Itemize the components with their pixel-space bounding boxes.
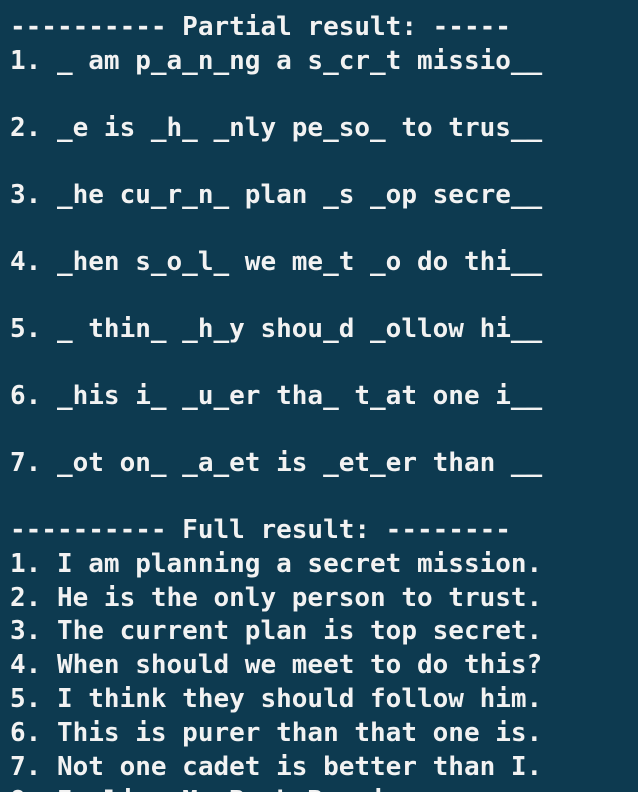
partial-line-7: 7. _ot on_ _a_et is _et_er than __ [10, 448, 543, 478]
full-line-4: 4. When should we meet to do this? [10, 650, 543, 680]
partial-line-3: 3. _he cu_r_n_ plan _s _op secre__ [10, 180, 543, 210]
full-line-6: 6. This is purer than that one is. [10, 718, 543, 748]
full-line-2: 2. He is the only person to trust. [10, 583, 543, 613]
full-result-header: ---------- Full result: -------- [10, 515, 511, 545]
full-line-3: 3. The current plan is top secret. [10, 616, 543, 646]
full-line-7: 7. Not one cadet is better than I. [10, 752, 543, 782]
full-line-1: 1. I am planning a secret mission. [10, 549, 543, 579]
partial-line-5: 5. _ thin_ _h_y shou_d _ollow hi__ [10, 314, 543, 344]
partial-result-header: ---------- Partial result: ----- [10, 12, 511, 42]
terminal-window[interactable]: ---------- Partial result: ----- 1. _ am… [0, 0, 638, 792]
full-line-8-cut-off: 8. I alive Mr Back Brusiness m... [10, 784, 527, 792]
partial-line-6: 6. _his i_ _u_er tha_ t_at one i__ [10, 381, 543, 411]
full-line-5: 5. I think they should follow him. [10, 684, 543, 714]
partial-line-1: 1. _ am p_a_n_ng a s_cr_t missio__ [10, 46, 543, 76]
partial-line-2: 2. _e is _h_ _nly pe_so_ to trus__ [10, 113, 543, 143]
partial-line-4: 4. _hen s_o_l_ we me_t _o do thi__ [10, 247, 543, 277]
